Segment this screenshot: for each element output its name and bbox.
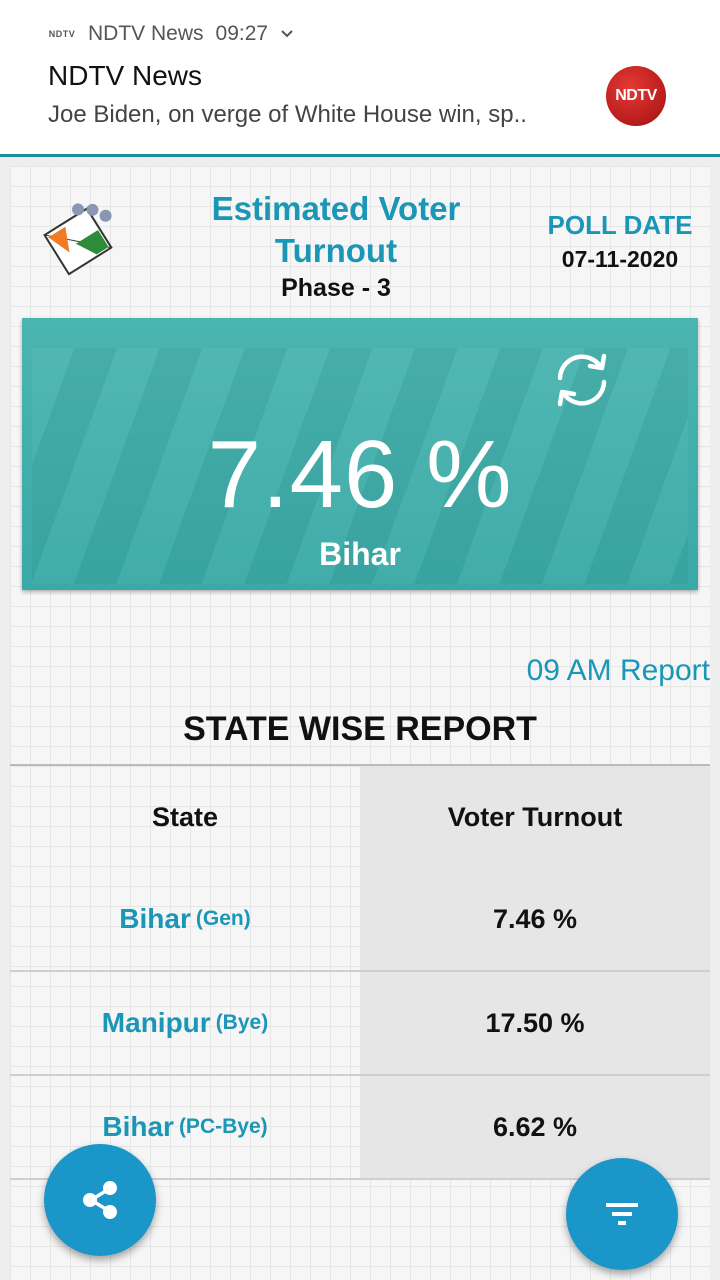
state-name: Bihar: [119, 903, 191, 934]
page-title: Estimated Voter Turnout: [211, 190, 461, 269]
poll-date-label: POLL DATE: [547, 210, 693, 240]
share-icon: [83, 1181, 117, 1219]
state-cell: Manipur (Bye): [10, 972, 360, 1074]
notification-text: Joe Biden, on verge of White House win, …: [48, 101, 527, 128]
election-type: (Bye): [215, 1011, 269, 1034]
state-cell: Bihar (Gen): [10, 868, 360, 970]
turnout-cell: 7.46 %: [360, 868, 710, 970]
election-type: (Gen): [195, 907, 251, 930]
election-commission-logo: [43, 203, 113, 276]
election-type: (PC-Bye): [178, 1115, 268, 1138]
table-row[interactable]: Manipur (Bye) 17.50 %: [10, 972, 710, 1076]
state-report-table: State Voter Turnout Bihar (Gen) 7.46 % Ma…: [10, 764, 710, 1180]
phase-label: Phase - 3: [281, 274, 391, 302]
turnout-summary-card: 7.46 % Bihar: [22, 318, 698, 590]
app-screen: Estimated Voter Turnout Phase - 3 POLL D…: [10, 166, 710, 1280]
turnout-cell: 17.50 %: [360, 972, 710, 1074]
turnout-cell: 6.62 %: [360, 1076, 710, 1178]
ndtv-small-icon: NDTV: [48, 29, 76, 39]
table-row[interactable]: Bihar (Gen) 7.46 %: [10, 868, 710, 972]
ndtv-logo: NDTV: [606, 66, 666, 126]
refresh-icon[interactable]: [546, 344, 618, 416]
filter-icon: [606, 1203, 638, 1225]
share-button[interactable]: [44, 1144, 156, 1256]
section-title: STATE WISE REPORT: [183, 710, 537, 748]
notification-card[interactable]: NDTV NDTV News 09:27 NDTV News Joe Biden…: [0, 0, 720, 157]
state-name: Bihar: [102, 1111, 174, 1142]
summary-state-name: Bihar: [319, 536, 401, 572]
notification-time: 09:27: [215, 22, 269, 45]
filter-button[interactable]: [566, 1158, 678, 1270]
summary-turnout-value: 7.46 %: [207, 421, 513, 528]
notification-title: NDTV News: [48, 60, 203, 91]
table-header-row: State Voter Turnout: [10, 766, 710, 868]
poll-date-value: 07-11-2020: [561, 246, 679, 272]
report-time-label: 09 AM Report: [526, 654, 710, 687]
column-header-state: State: [151, 801, 219, 832]
state-name: Manipur: [101, 1007, 211, 1038]
notification-header: NDTV NDTV News 09:27: [48, 20, 294, 48]
chevron-down-icon[interactable]: [280, 27, 294, 41]
notification-app-name: NDTV News: [88, 22, 204, 45]
column-header-turnout: Voter Turnout: [360, 766, 710, 868]
